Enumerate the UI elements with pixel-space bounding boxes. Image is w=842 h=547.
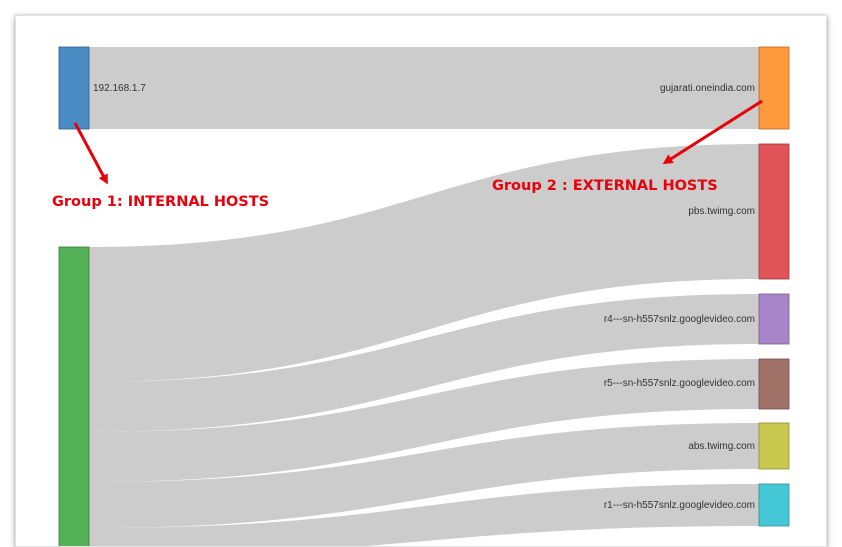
node-label-r4-googlevideo: r4---sn-h557snlz.googlevideo.com (604, 314, 755, 325)
node-label-pbs-twimg: pbs.twimg.com (688, 206, 755, 217)
node-r1-googlevideo[interactable] (758, 483, 790, 527)
node-pbs-twimg[interactable] (758, 143, 790, 280)
node-label-r1-googlevideo: r1---sn-h557snlz.googlevideo.com (604, 500, 755, 511)
group2-label: Group 2 : EXTERNAL HOSTS (492, 178, 718, 194)
node-internal-hosts[interactable] (58, 246, 90, 546)
node-label-r5-googlevideo: r5---sn-h557snlz.googlevideo.com (604, 378, 755, 389)
node-gujarati-oneindia[interactable] (758, 46, 790, 130)
arrow-to-group1-label (73, 122, 108, 185)
link-192-168-1-7-to-gujarati[interactable] (89, 47, 759, 129)
sankey-diagram: 192.168.1.7 gujarati.oneindia.com pbs.tw… (52, 46, 790, 546)
sankey-frame: 192.168.1.7 gujarati.oneindia.com pbs.tw… (15, 15, 827, 547)
node-abs-twimg[interactable] (758, 422, 790, 470)
node-r5-googlevideo[interactable] (758, 358, 790, 410)
links (89, 47, 759, 546)
node-label-gujarati-oneindia: gujarati.oneindia.com (660, 83, 755, 94)
node-192-168-1-7[interactable] (58, 46, 90, 130)
node-label-abs-twimg: abs.twimg.com (688, 441, 755, 452)
node-label-192-168-1-7: 192.168.1.7 (93, 83, 146, 94)
group1-label: Group 1: INTERNAL HOSTS (52, 194, 269, 210)
node-r4-googlevideo[interactable] (758, 293, 790, 345)
